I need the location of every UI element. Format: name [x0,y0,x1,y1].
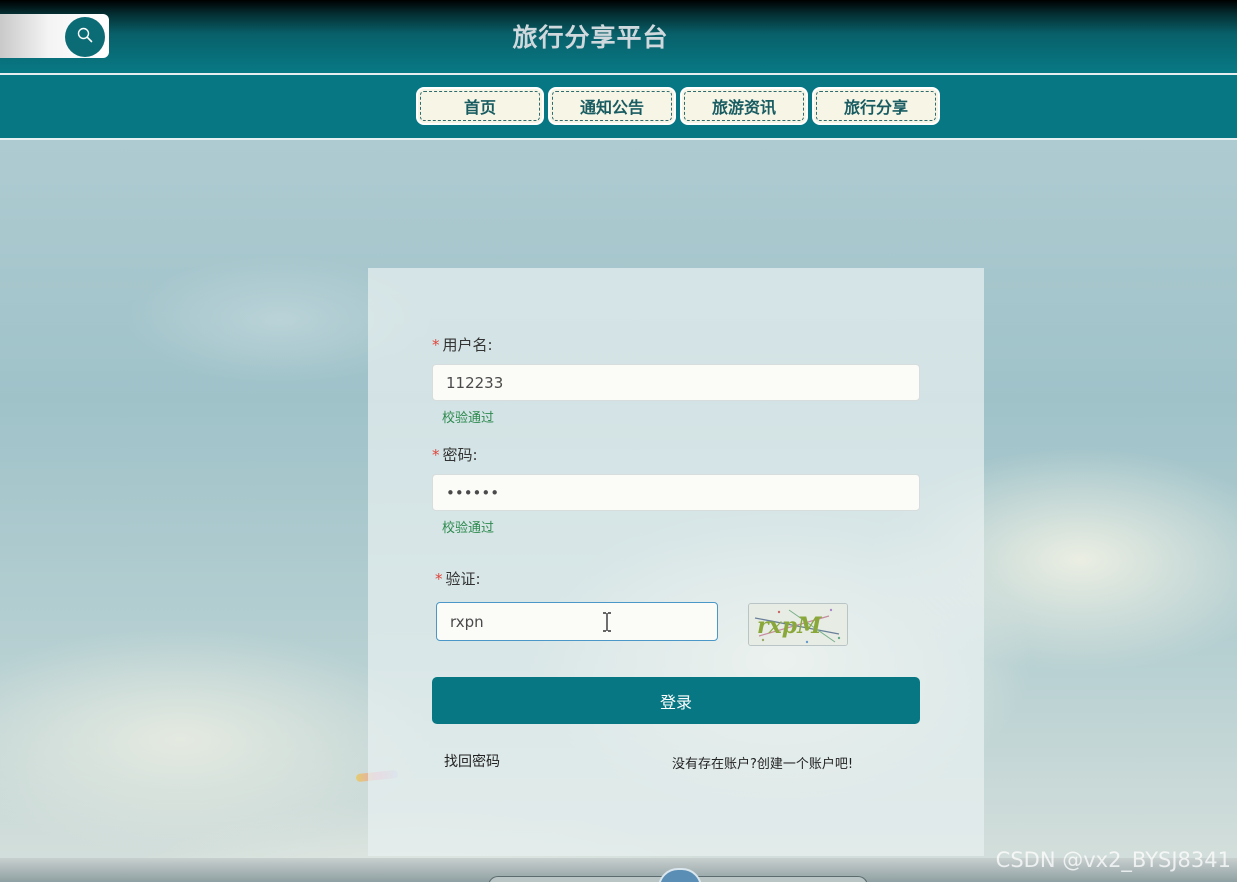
captcha-field[interactable]: rxpn [436,602,718,641]
required-mark: * [432,336,440,354]
page: 旅行分享平台 首页 通知公告 旅游资讯 旅行分享 * 用户名: 112233 校验… [0,0,1237,882]
nav-item-travel-share[interactable]: 旅行分享 [812,87,940,125]
password-value: •••••• [446,483,500,502]
password-label-text: 密码: [442,446,478,464]
register-link[interactable]: 没有存在账户?创建一个账户吧! [672,753,853,772]
username-validation: 校验通过 [442,411,495,426]
password-field[interactable]: •••••• [432,474,920,511]
captcha-label: * 验证: [435,568,481,589]
required-mark: * [435,570,443,588]
nav-item-notices[interactable]: 通知公告 [548,87,676,125]
text-cursor-icon [603,612,611,632]
forgot-password-link[interactable]: 找回密码 [444,751,500,771]
password-label: * 密码: [432,444,478,465]
captcha-image-text: rxpM [757,613,822,639]
captcha-image[interactable]: rxpM [748,603,848,646]
captcha-label-text: 验证: [445,570,481,588]
login-button[interactable]: 登录 [432,677,920,724]
nav-list: 首页 通知公告 旅游资讯 旅行分享 [416,87,940,125]
captcha-value: rxpn [450,612,484,631]
top-header: 旅行分享平台 [0,0,1237,74]
watermark: CSDN @vx2_BYSJ8341 [995,848,1231,872]
nav-item-travel-news[interactable]: 旅游资讯 [680,87,808,125]
main-nav: 首页 通知公告 旅游资讯 旅行分享 [0,75,1237,140]
username-value: 112233 [446,373,504,392]
username-label-text: 用户名: [442,336,493,354]
username-label: * 用户名: [432,334,493,355]
username-field[interactable]: 112233 [432,364,920,401]
required-mark: * [432,446,440,464]
password-validation: 校验通过 [442,521,495,536]
site-title: 旅行分享平台 [512,23,669,52]
nav-item-home[interactable]: 首页 [416,87,544,125]
